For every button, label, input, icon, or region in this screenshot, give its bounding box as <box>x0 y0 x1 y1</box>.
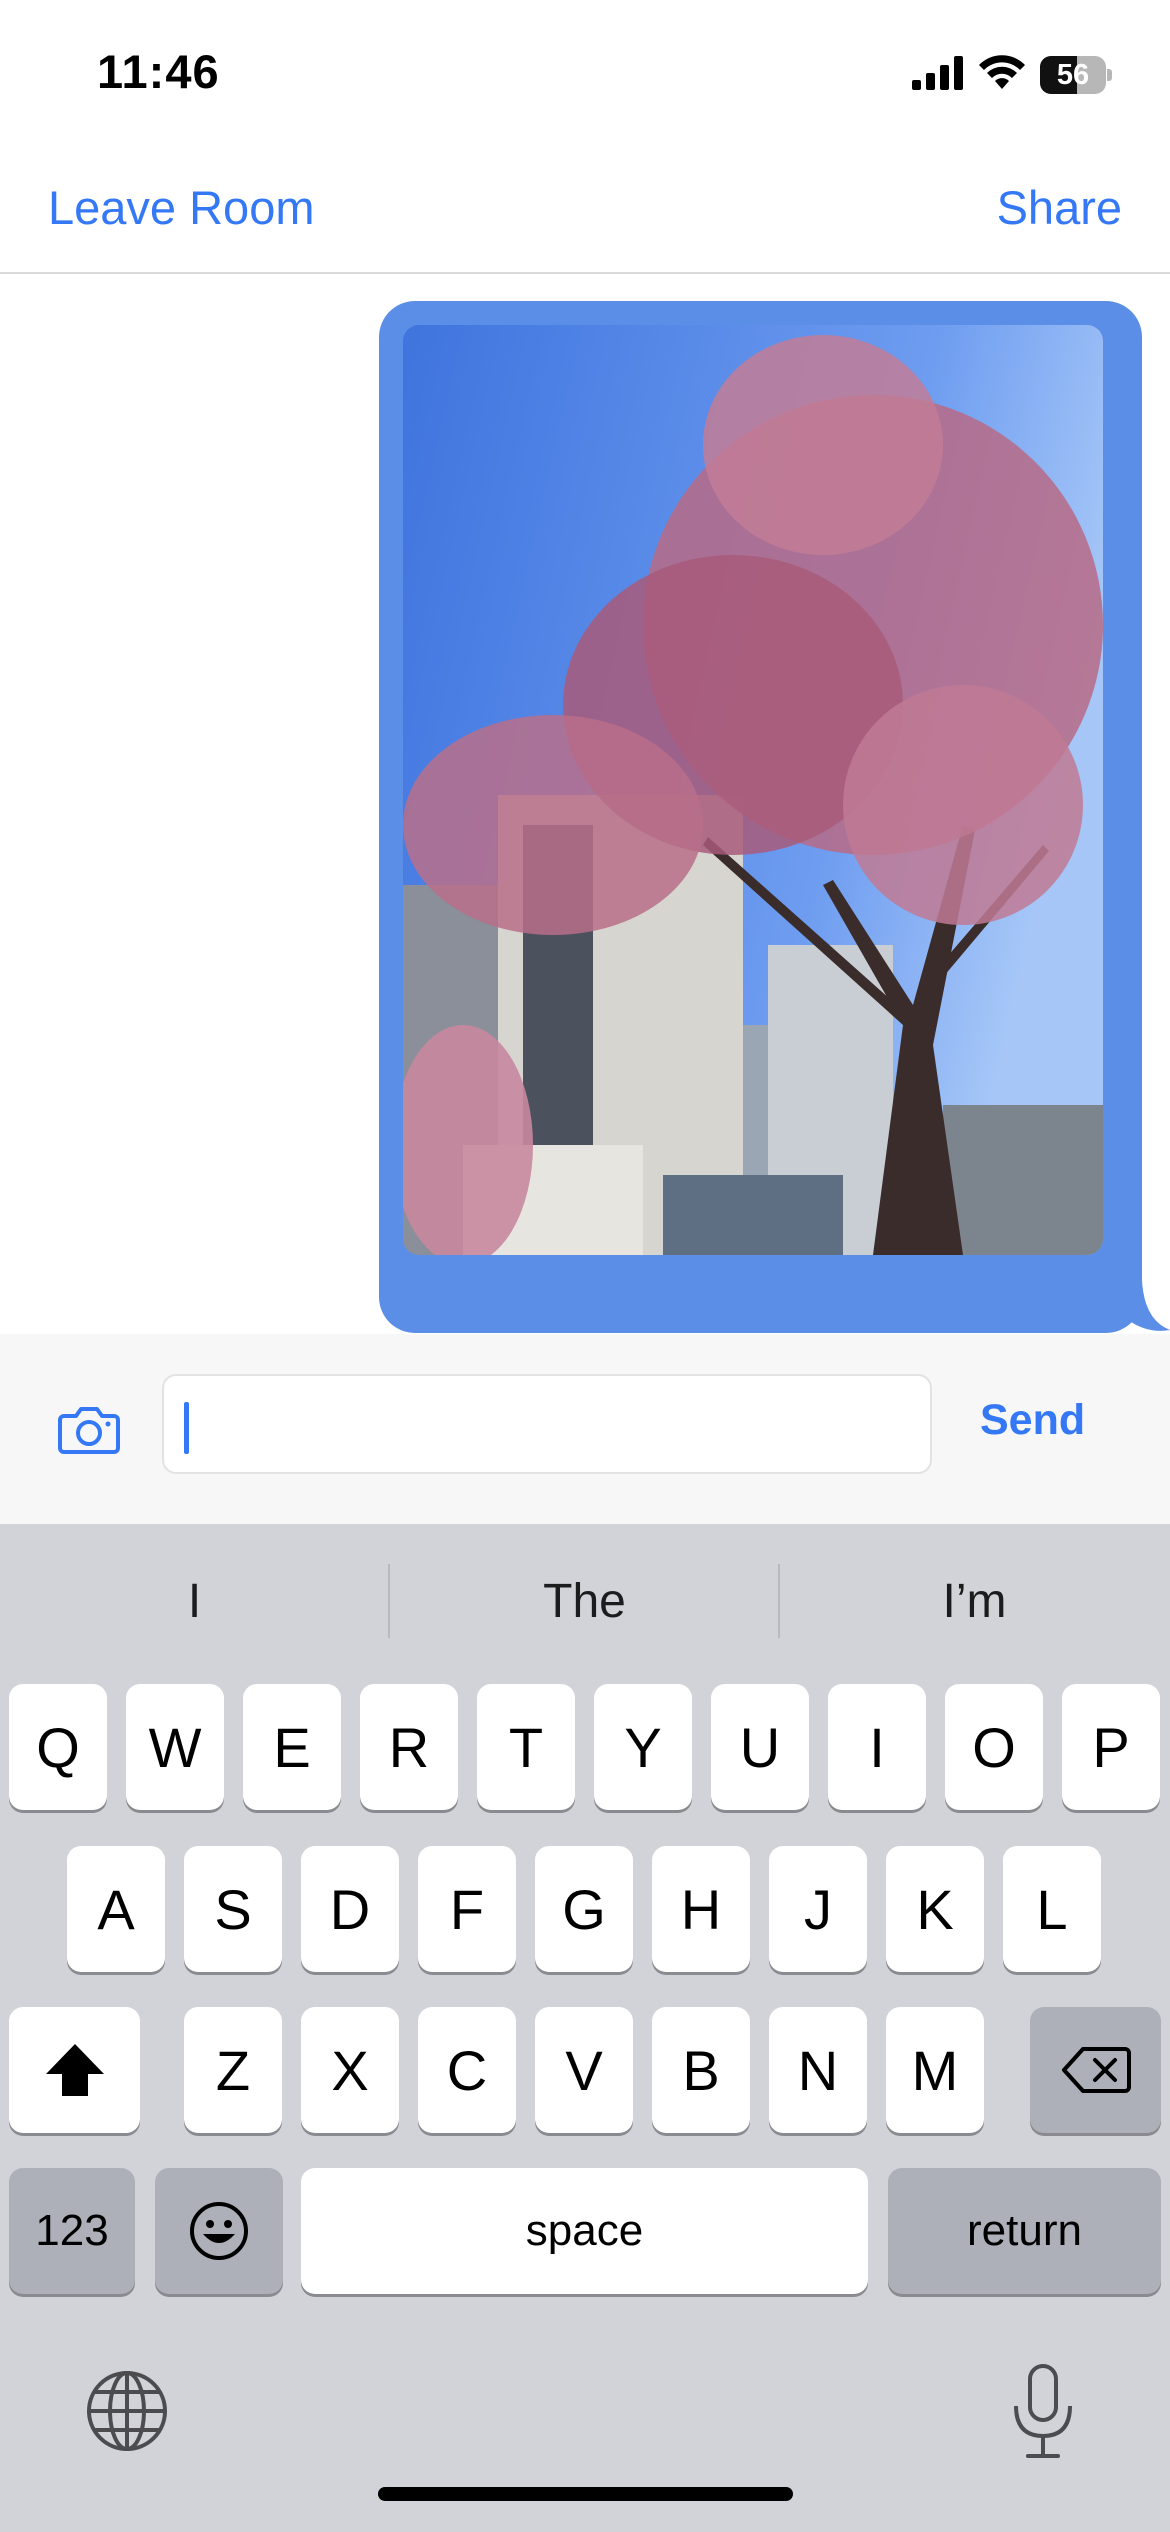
leave-room-button[interactable]: Leave Room <box>48 180 315 235</box>
home-indicator[interactable] <box>378 2487 793 2501</box>
key-v[interactable]: V <box>535 2007 633 2133</box>
key-b[interactable]: B <box>652 2007 750 2133</box>
key-i[interactable]: I <box>828 1684 926 1810</box>
shift-icon <box>45 2044 104 2096</box>
key-z[interactable]: Z <box>184 2007 282 2133</box>
message-photo[interactable] <box>403 325 1103 1255</box>
battery-percent: 56 <box>1056 59 1090 91</box>
shift-key[interactable] <box>9 2007 140 2133</box>
key-q[interactable]: Q <box>9 1684 107 1810</box>
key-m[interactable]: M <box>886 2007 984 2133</box>
bubble-tail <box>1128 1280 1170 1331</box>
keyboard-bottom-bar <box>0 2340 1170 2532</box>
key-o[interactable]: O <box>945 1684 1043 1810</box>
space-key[interactable]: space <box>301 2168 868 2294</box>
return-key[interactable]: return <box>888 2168 1161 2294</box>
navigation-bar: Leave Room Share <box>0 140 1170 274</box>
delete-key[interactable] <box>1030 2007 1161 2133</box>
message-composer: Send <box>0 1334 1170 1524</box>
key-p[interactable]: P <box>1062 1684 1160 1810</box>
cellular-signal-icon <box>912 55 964 95</box>
key-e[interactable]: E <box>243 1684 341 1810</box>
status-time: 11:46 <box>97 45 220 98</box>
key-c[interactable]: C <box>418 2007 516 2133</box>
suggestion-item[interactable]: The <box>390 1574 779 1629</box>
text-caret <box>184 1402 189 1454</box>
emoji-key[interactable] <box>155 2168 283 2294</box>
share-button[interactable]: Share <box>997 180 1122 235</box>
suggestion-bar: I The I’m <box>0 1524 1170 1674</box>
outgoing-message-bubble[interactable] <box>379 301 1142 1333</box>
key-a[interactable]: A <box>67 1846 165 1972</box>
globe-icon <box>87 2371 167 2451</box>
message-list[interactable] <box>0 276 1170 1334</box>
numbers-key[interactable]: 123 <box>9 2168 135 2294</box>
suggestion-item[interactable]: I’m <box>780 1574 1169 1629</box>
key-w[interactable]: W <box>126 1684 224 1810</box>
status-icons: 56 <box>912 52 1112 98</box>
camera-icon <box>58 1407 120 1454</box>
key-h[interactable]: H <box>652 1846 750 1972</box>
status-bar: 11:46 56 <box>0 0 1170 140</box>
key-s[interactable]: S <box>184 1846 282 1972</box>
key-d[interactable]: D <box>301 1846 399 1972</box>
key-l[interactable]: L <box>1003 1846 1101 1972</box>
key-x[interactable]: X <box>301 2007 399 2133</box>
key-n[interactable]: N <box>769 2007 867 2133</box>
emoji-icon <box>190 2202 248 2260</box>
key-g[interactable]: G <box>535 1846 633 1972</box>
battery-icon: 56 <box>1040 56 1112 94</box>
key-y[interactable]: Y <box>594 1684 692 1810</box>
key-f[interactable]: F <box>418 1846 516 1972</box>
key-j[interactable]: J <box>769 1846 867 1972</box>
message-input[interactable] <box>162 1374 932 1474</box>
camera-button[interactable] <box>56 1396 122 1462</box>
microphone-icon <box>1014 2364 1072 2458</box>
suggestion-item[interactable]: I <box>0 1574 389 1629</box>
globe-button[interactable] <box>84 2368 170 2454</box>
key-u[interactable]: U <box>711 1684 809 1810</box>
key-k[interactable]: K <box>886 1846 984 1972</box>
dictation-button[interactable] <box>1008 2362 1078 2462</box>
delete-icon <box>1061 2047 1131 2093</box>
key-t[interactable]: T <box>477 1684 575 1810</box>
send-button[interactable]: Send <box>980 1396 1085 1445</box>
wifi-icon <box>978 54 1026 96</box>
key-r[interactable]: R <box>360 1684 458 1810</box>
